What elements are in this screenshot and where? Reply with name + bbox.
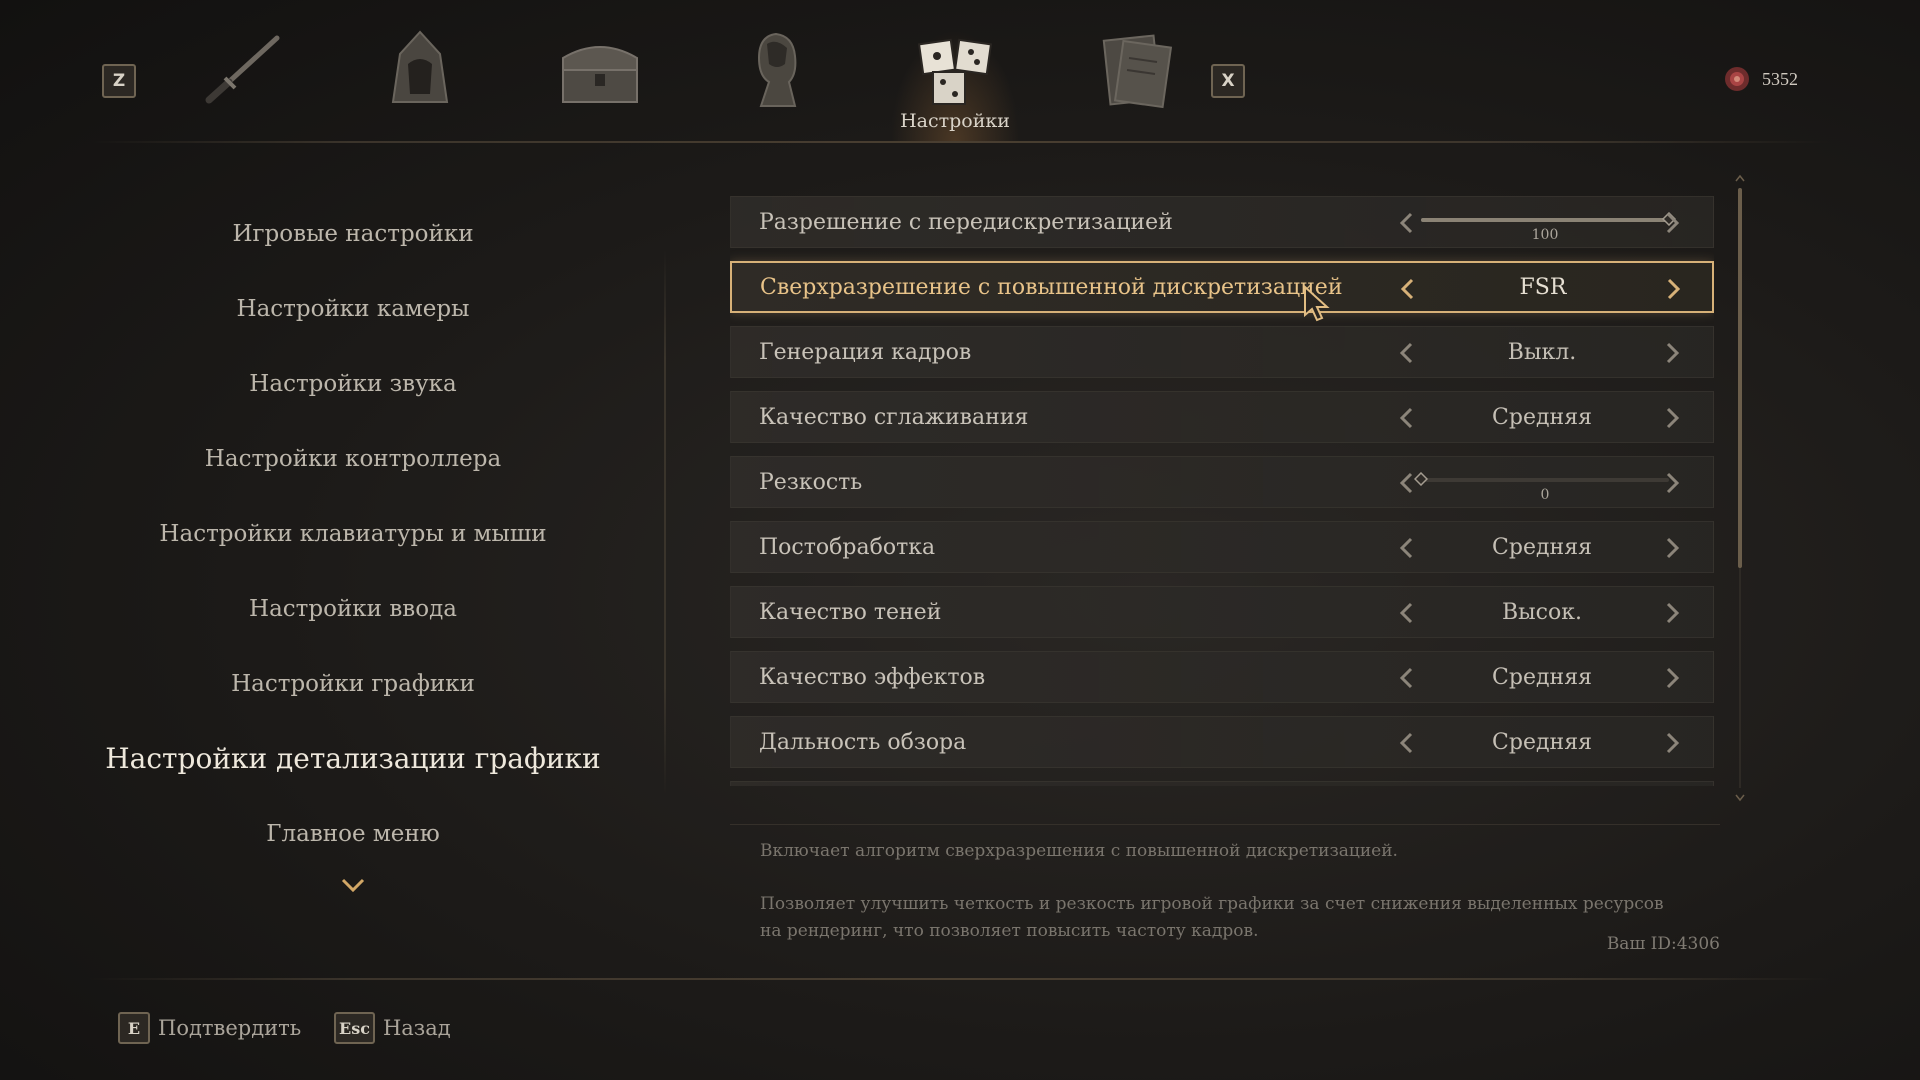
currency-value: 5352: [1762, 68, 1798, 89]
arrow-left-icon[interactable]: [1396, 665, 1418, 691]
arrow-left-icon[interactable]: [1396, 210, 1418, 236]
topbar-divider: [90, 141, 1830, 143]
description-divider: [730, 824, 1720, 825]
sidebar-item-game-settings[interactable]: Игровые настройки: [100, 196, 606, 271]
top-navigation-bar: Z Настройки X 5352: [0, 0, 1920, 142]
arrow-left-icon[interactable]: [1396, 340, 1418, 366]
setting-row-supersampling-resolution[interactable]: Разрешение с передискретизацией 100: [730, 196, 1714, 248]
sharpness-slider[interactable]: [1414, 472, 1669, 486]
arrow-right-icon[interactable]: [1661, 340, 1683, 366]
sidebar-item-input-settings[interactable]: Настройки ввода: [100, 571, 606, 646]
arrow-right-icon[interactable]: [1661, 730, 1683, 756]
description-line-1: Включает алгоритм сверхразрешения с повы…: [760, 841, 1398, 861]
back-button[interactable]: Esc Назад: [334, 1012, 451, 1044]
setting-row-sharpness[interactable]: Резкость 0: [730, 456, 1714, 508]
footer-divider: [90, 978, 1830, 980]
setting-value: Средняя: [1492, 664, 1592, 690]
hood-icon[interactable]: [372, 24, 468, 114]
setting-label: Постобработка: [759, 534, 936, 560]
chest-icon[interactable]: [552, 24, 648, 114]
arrow-left-icon[interactable]: [1397, 276, 1419, 302]
red-flower-icon: [1725, 67, 1749, 91]
setting-row-view-distance[interactable]: Дальность обзора Средняя: [730, 716, 1714, 768]
supersampling-slider[interactable]: [1421, 212, 1676, 226]
sidebar-item-keyboard-mouse-settings[interactable]: Настройки клавиатуры и мыши: [100, 496, 606, 571]
scroll-thumb[interactable]: [1738, 188, 1742, 568]
setting-label: Генерация кадров: [759, 339, 972, 365]
arrow-right-icon[interactable]: [1661, 470, 1683, 496]
setting-row-next-partial: [730, 781, 1714, 786]
prev-tab-key[interactable]: Z: [102, 64, 136, 98]
scroll-up-icon[interactable]: [1735, 174, 1745, 182]
sidebar-item-graphics-settings[interactable]: Настройки графики: [100, 646, 606, 721]
setting-label: Дальность обзора: [759, 729, 967, 755]
arrow-right-icon[interactable]: [1661, 665, 1683, 691]
setting-row-effects-quality[interactable]: Качество эффектов Средняя: [730, 651, 1714, 703]
setting-row-shadow-quality[interactable]: Качество теней Высок.: [730, 586, 1714, 638]
graphics-detail-settings-list: Разрешение с передискретизацией 100 Свер…: [730, 196, 1714, 786]
sidebar-item-main-menu[interactable]: Главное меню: [100, 796, 606, 871]
back-label: Назад: [382, 1016, 451, 1040]
arrow-right-icon[interactable]: [1661, 405, 1683, 431]
arrow-left-icon[interactable]: [1396, 600, 1418, 626]
mouse-cursor-icon: [1304, 285, 1330, 322]
katana-icon[interactable]: [196, 24, 292, 114]
setting-value: Средняя: [1492, 404, 1592, 430]
scroll-down-icon[interactable]: [1735, 794, 1745, 802]
arrow-right-icon[interactable]: [1661, 210, 1683, 236]
dice-settings-icon[interactable]: [908, 24, 1004, 114]
setting-description: Включает алгоритм сверхразрешения с повы…: [760, 838, 1680, 945]
sidebar-item-sound-settings[interactable]: Настройки звука: [100, 346, 606, 421]
setting-row-upscaling[interactable]: Сверхразрешение с повышенной дискретизац…: [730, 261, 1714, 313]
chevron-down-icon[interactable]: [340, 875, 366, 895]
setting-value: Средняя: [1492, 534, 1592, 560]
arrow-left-icon[interactable]: [1396, 405, 1418, 431]
setting-label: Качество эффектов: [759, 664, 986, 690]
arrow-right-icon[interactable]: [1662, 276, 1684, 302]
user-id: Ваш ID:4306: [1606, 934, 1720, 954]
description-line-2: Позволяет улучшить четкость и резкость и…: [760, 894, 1664, 941]
character-portrait-icon[interactable]: [728, 24, 824, 114]
setting-row-frame-generation[interactable]: Генерация кадров Выкл.: [730, 326, 1714, 378]
setting-label: Разрешение с передискретизацией: [759, 209, 1173, 235]
sidebar-divider: [664, 250, 666, 795]
slider-value: 0: [1540, 487, 1550, 503]
confirm-label: Подтвердить: [158, 1016, 302, 1040]
arrow-left-icon[interactable]: [1396, 730, 1418, 756]
tab-settings-label: Настройки: [900, 110, 1010, 132]
sidebar-item-camera-settings[interactable]: Настройки камеры: [100, 271, 606, 346]
confirm-button[interactable]: E Подтвердить: [118, 1012, 301, 1044]
setting-label: Сверхразрешение с повышенной дискретизац…: [760, 274, 1343, 300]
scroll-map-icon[interactable]: [1088, 24, 1184, 114]
setting-label: Качество сглаживания: [759, 404, 1029, 430]
arrow-left-icon[interactable]: [1396, 535, 1418, 561]
arrow-right-icon[interactable]: [1661, 535, 1683, 561]
back-key: Esc: [334, 1012, 375, 1044]
setting-row-post-processing[interactable]: Постобработка Средняя: [730, 521, 1714, 573]
setting-value: Средняя: [1492, 729, 1592, 755]
slider-value: 100: [1531, 227, 1559, 243]
setting-value: Выкл.: [1507, 339, 1577, 365]
settings-category-sidebar: Игровые настройки Настройки камеры Настр…: [100, 196, 606, 871]
setting-label: Качество теней: [759, 599, 942, 625]
arrow-right-icon[interactable]: [1661, 600, 1683, 626]
setting-value: FSR: [1519, 274, 1567, 300]
sidebar-item-controller-settings[interactable]: Настройки контроллера: [100, 421, 606, 496]
settings-scrollbar[interactable]: [1734, 174, 1746, 802]
slider-fill: [1421, 218, 1669, 222]
sidebar-item-graphics-detail-settings[interactable]: Настройки детализации графики: [100, 721, 606, 796]
next-tab-key[interactable]: X: [1211, 64, 1245, 98]
slider-knob[interactable]: [1414, 472, 1428, 486]
confirm-key: E: [118, 1012, 150, 1044]
currency-display: 5352: [1722, 64, 1798, 94]
setting-row-antialiasing-quality[interactable]: Качество сглаживания Средняя: [730, 391, 1714, 443]
setting-label: Резкость: [759, 469, 863, 495]
setting-value: Высок.: [1502, 599, 1582, 625]
